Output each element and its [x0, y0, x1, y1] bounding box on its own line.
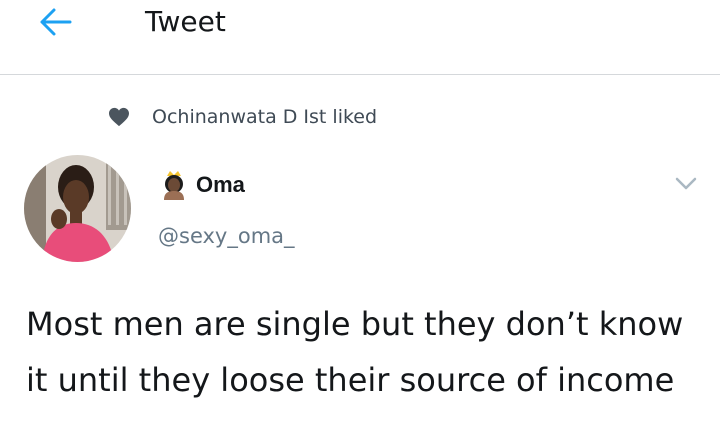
arrow-left-icon: [40, 8, 72, 36]
social-context-text: Ochinanwata D Ist liked: [152, 106, 378, 128]
heart-icon: [109, 107, 129, 127]
author-handle[interactable]: @sexy_oma_: [158, 224, 295, 248]
tweet-menu-button[interactable]: [672, 170, 700, 196]
author-display-name: Oma: [196, 172, 245, 197]
avatar[interactable]: [24, 155, 131, 262]
page-title: Tweet: [145, 5, 226, 38]
back-button[interactable]: [36, 4, 76, 40]
social-context[interactable]: Ochinanwata D Ist liked: [108, 103, 377, 131]
author-name-row[interactable]: Oma: [160, 168, 245, 202]
chevron-down-icon: [675, 177, 697, 190]
app-header: Tweet: [0, 0, 720, 75]
princess-emoji-icon: [164, 171, 184, 200]
tweet-text: Most men are single but they don’t know …: [26, 305, 684, 399]
